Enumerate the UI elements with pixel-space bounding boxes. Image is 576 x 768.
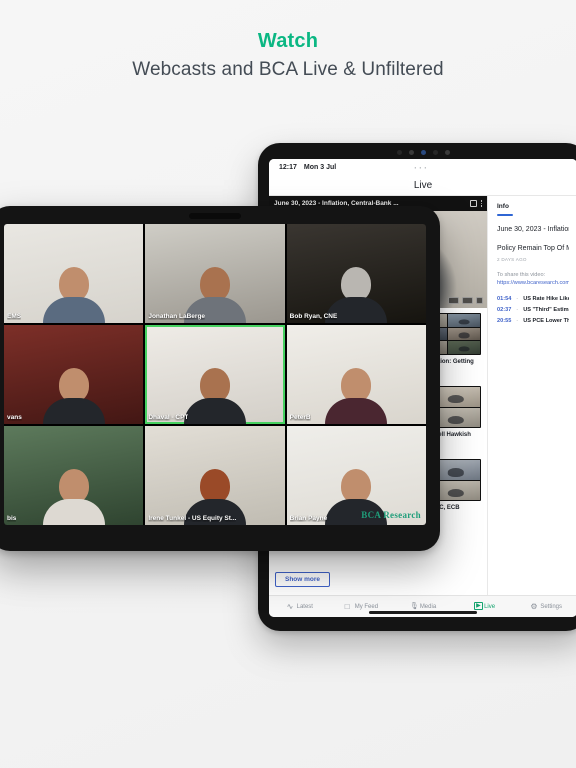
participant-tile[interactable]: vans	[4, 325, 144, 424]
navbar-title: Live	[413, 180, 433, 191]
window-drag-handle[interactable]: ···	[336, 163, 507, 173]
participant-name: Jonathan LaBerge	[148, 313, 206, 320]
player-controls[interactable]	[448, 297, 483, 304]
avatar	[325, 368, 388, 424]
status-bar: 12:17 Mon 3 Jul ···	[269, 159, 576, 176]
chapter-item[interactable]: 02:37 - US "Third" Estimate Of GDP	[497, 307, 569, 313]
participant-tile[interactable]: PeterB	[286, 325, 426, 424]
page-header: Watch Webcasts and BCA Live & Unfiltered	[0, 30, 576, 81]
pip-icon[interactable]	[469, 200, 477, 207]
tab-settings[interactable]: Settings	[515, 603, 576, 610]
participant-name: PeterB	[289, 414, 311, 421]
tab-media[interactable]: Media	[392, 603, 454, 610]
rewind-button[interactable]	[448, 297, 459, 304]
participant-tile[interactable]: Brian Payne BCA Research	[286, 426, 426, 525]
participant-name: EMS	[7, 313, 22, 320]
chapter-list: 01:54 - US Rate Hike Likely 02:37 - US "…	[497, 296, 569, 324]
kebab-icon[interactable]	[480, 200, 482, 207]
show-more-container: Show more	[269, 562, 487, 595]
share-link[interactable]: https://www.bcaresearch.com/site/b4	[497, 280, 569, 286]
avatar	[42, 368, 105, 424]
fullscreen-button[interactable]	[476, 297, 483, 304]
video-conference-grid: EMS Jonathan LaBerge Bob Ryan, CNE vans …	[4, 224, 426, 525]
chapter-separator: -	[516, 307, 519, 314]
participant-tile-active-speaker[interactable]: Dhaval - CPT	[145, 325, 285, 424]
tab-label: My Feed	[354, 603, 379, 610]
chapter-label: US Rate Hike Likely	[523, 296, 569, 303]
my-feed-icon	[345, 603, 352, 610]
participant-name: Brian Payne	[289, 515, 328, 522]
participant-tile[interactable]: Jonathan LaBerge	[145, 224, 285, 323]
tab-label: Media	[419, 603, 437, 610]
avatar	[42, 267, 105, 323]
info-panel: Info June 30, 2023 - Inflation, Central-…	[487, 196, 576, 595]
avatar	[42, 469, 105, 525]
status-date: Mon 3 Jul	[303, 164, 337, 171]
camera-lens-icon	[408, 150, 414, 155]
laptop-device: EMS Jonathan LaBerge Bob Ryan, CNE vans …	[0, 206, 440, 551]
chapter-label: US "Third" Estimate Of GDP	[523, 307, 569, 314]
media-icon	[410, 603, 417, 610]
active-tab-underline	[497, 214, 513, 216]
participant-name: bis	[7, 515, 17, 522]
tab-label: Live	[484, 603, 496, 610]
tab-live[interactable]: Live	[454, 603, 516, 610]
forward-button[interactable]	[462, 297, 473, 304]
chapter-item[interactable]: 20:55 - US PCE Lower Than Expected	[497, 318, 569, 324]
avatar	[183, 368, 246, 424]
live-icon	[474, 603, 481, 610]
tab-label: Settings	[540, 603, 563, 610]
chapter-time: 02:37	[497, 307, 512, 314]
camera-sensor-dot	[444, 150, 450, 155]
camera-indicator-dot	[420, 150, 426, 155]
participant-tile[interactable]: Bob Ryan, CNE	[286, 224, 426, 323]
participant-name: Irene Tunkel - US Equity St...	[148, 515, 237, 522]
chapter-separator: -	[516, 296, 519, 303]
participant-tile[interactable]: bis	[4, 426, 144, 525]
page-title: Watch	[257, 30, 319, 52]
latest-icon	[287, 603, 294, 610]
info-title-line2: Policy Remain Top Of Mind	[497, 245, 569, 253]
participant-tile[interactable]: Irene Tunkel - US Equity St...	[145, 426, 285, 525]
info-timestamp: 2 DAYS AGO	[497, 257, 527, 263]
tab-label: Latest	[296, 603, 313, 610]
tab-info[interactable]: Info	[497, 203, 569, 210]
share-label: To share this video:	[497, 272, 546, 279]
show-more-button[interactable]: Show more	[275, 572, 331, 587]
tab-latest[interactable]: Latest	[269, 603, 331, 610]
participant-name: Bob Ryan, CNE	[289, 313, 338, 320]
camera-sensor-dot	[396, 150, 402, 155]
participant-name: Dhaval - CPT	[148, 414, 189, 421]
participant-tile[interactable]: EMS	[4, 224, 144, 323]
chapter-separator: -	[516, 318, 519, 325]
tab-my-feed[interactable]: My Feed	[331, 603, 393, 610]
settings-icon	[530, 603, 537, 610]
tablet-camera-row	[258, 150, 576, 155]
chapter-item[interactable]: 01:54 - US Rate Hike Likely	[497, 296, 569, 302]
app-navbar: Live	[269, 176, 576, 196]
page-subtitle: Webcasts and BCA Live & Unfiltered	[132, 59, 444, 80]
chapter-time: 01:54	[497, 296, 512, 303]
home-indicator[interactable]	[369, 611, 477, 614]
status-time: 12:17	[279, 164, 297, 171]
info-title-line1: June 30, 2023 - Inflation, Central-Bank	[497, 226, 569, 233]
laptop-camera-notch	[189, 213, 241, 219]
chapter-label: US PCE Lower Than Expected	[523, 318, 569, 325]
page-root: Watch Webcasts and BCA Live & Unfiltered…	[0, 0, 576, 768]
chapter-time: 20:55	[497, 318, 512, 325]
participant-name: vans	[7, 414, 22, 421]
bca-research-watermark: BCA Research	[361, 510, 421, 520]
camera-sensor-dot	[432, 150, 438, 155]
